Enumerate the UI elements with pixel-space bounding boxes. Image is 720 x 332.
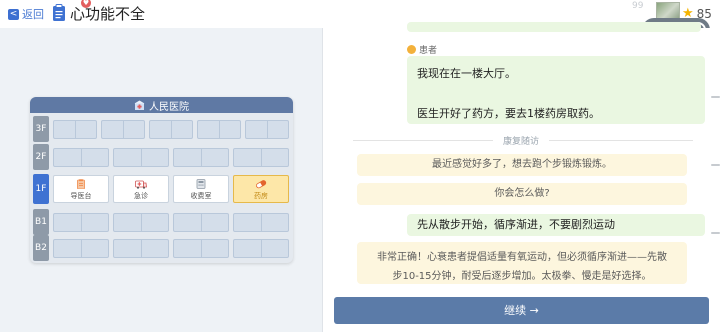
back-label: 返回 [22, 8, 44, 21]
floor-label: B1 [33, 209, 49, 235]
back-button[interactable]: < 返回 [8, 6, 44, 22]
room-slot [233, 147, 289, 167]
edge-indicator [711, 232, 720, 234]
room-emergency[interactable]: 急诊 [113, 175, 169, 203]
floor-label: 1F [33, 174, 49, 204]
floor-1f[interactable]: 1F 导医台 急诊 收费室 药房 [33, 173, 290, 205]
room-pharmacy[interactable]: 药房 [233, 175, 289, 203]
room-slot [173, 238, 229, 258]
patient-face-icon [407, 45, 416, 54]
patient-label: 患者 [419, 46, 438, 56]
room-slot [233, 238, 289, 258]
floor-label: 3F [33, 116, 49, 142]
user-answer-bubble: 先从散步开始，循序渐进，不要剧烈运动 [407, 214, 705, 236]
room-label: 药房 [254, 192, 268, 200]
feedback-line: 非常正确！心衰患者提倡适量有氧运动，但必须循序渐进——先散 [377, 252, 667, 263]
room-slot [113, 238, 169, 258]
hospital-header: 人民医院 [30, 97, 293, 113]
room-slot [233, 212, 289, 232]
feedback-line: 步10-15分钟，耐受后逐步增加。太极拳、慢走是好选择。 [392, 271, 652, 282]
floor-b1[interactable]: B1 [33, 208, 290, 236]
floor-b2[interactable]: B2 [33, 234, 290, 262]
ambulance-icon [135, 180, 147, 189]
patient-message-line: 我现在在一楼大厅。 [417, 67, 516, 80]
hospital-icon [134, 100, 145, 110]
room-label: 急诊 [134, 192, 148, 200]
room-slot [53, 212, 109, 232]
question-message: 你会怎么做? [357, 183, 687, 205]
room-slot [113, 147, 169, 167]
room-triage-desk[interactable]: 导医台 [53, 175, 109, 203]
room-slot [53, 147, 109, 167]
clipboard-icon [77, 179, 85, 189]
floor-label: B2 [33, 235, 49, 261]
hospital-map: 人民医院 3F 2F 1F 导医台 急诊 收费室 药房 B1 B2 [30, 97, 293, 263]
room-slot [53, 119, 97, 139]
room-slot [173, 147, 229, 167]
room-row [53, 143, 289, 171]
room-row [53, 115, 289, 143]
edge-scroll-indicators [711, 90, 720, 250]
hospital-name: 人民医院 [149, 101, 189, 113]
floor-2f[interactable]: 2F [33, 143, 290, 171]
room-slot [101, 119, 145, 139]
room-slot [53, 238, 109, 258]
cashier-icon [196, 179, 206, 189]
room-slot [245, 119, 289, 139]
continue-button[interactable]: 继续 → [334, 297, 709, 324]
room-row: 导医台 急诊 收费室 药房 [53, 173, 289, 205]
faint-counter: 99 [632, 1, 644, 11]
floor-3f[interactable]: 3F [33, 115, 290, 143]
page-title: 心功能不全 [70, 5, 146, 23]
patient-message-line: 医生开好了药方，要去1楼药房取药。 [417, 107, 600, 120]
room-label: 收费室 [190, 192, 212, 200]
room-slot [149, 119, 193, 139]
edge-indicator [711, 96, 720, 98]
back-arrow-icon: < [8, 8, 19, 20]
room-cashier[interactable]: 收费室 [173, 175, 229, 203]
scenario-message: 最近感觉好多了，想去跑个步锻炼锻炼。 [357, 154, 687, 176]
feedback-message: 非常正确！心衰患者提倡适量有氧运动，但必须循序渐进——先散 步10-15分钟，耐… [357, 242, 687, 284]
previous-message-bubble [407, 22, 701, 32]
patient-tag: 患者 [407, 43, 437, 56]
room-slot [113, 212, 169, 232]
section-label: 康复随访 [493, 134, 549, 147]
floor-label: 2F [33, 144, 49, 170]
document-icon [53, 4, 65, 21]
patient-message-bubble: 我现在在一楼大厅。 医生开好了药方，要去1楼药房取药。 [407, 56, 705, 124]
room-row [53, 234, 289, 262]
edge-indicator [711, 164, 720, 166]
chat-panel: 患者 我现在在一楼大厅。 医生开好了药方，要去1楼药房取药。 康复随访 最近感觉… [323, 22, 720, 332]
room-label: 导医台 [70, 192, 92, 200]
room-slot [173, 212, 229, 232]
room-slot [197, 119, 241, 139]
pill-icon [256, 180, 267, 189]
room-row [53, 208, 289, 236]
